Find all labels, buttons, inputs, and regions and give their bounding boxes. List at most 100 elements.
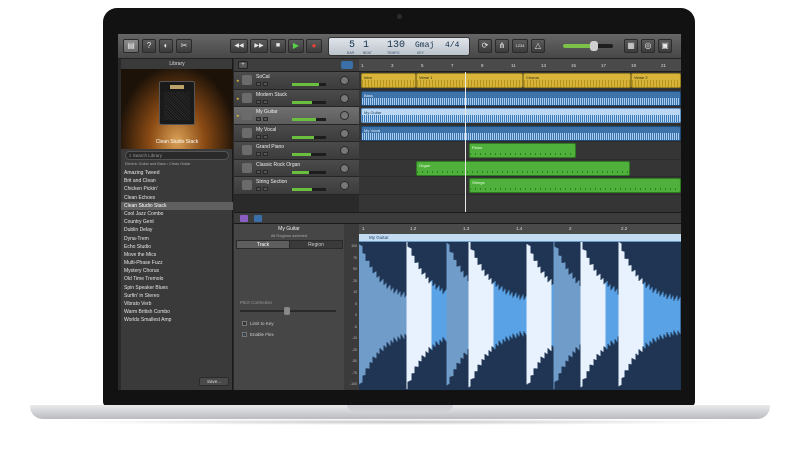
region-my-vocal[interactable]: My Vocal	[361, 125, 681, 141]
track-header[interactable]: ★ SoCal	[234, 72, 359, 90]
solo-button[interactable]	[263, 117, 268, 121]
library-button[interactable]: ▤	[123, 39, 139, 53]
pan-knob[interactable]	[340, 76, 349, 85]
mute-button[interactable]	[256, 99, 261, 104]
editor-region-header[interactable]: My Guitar	[359, 234, 681, 242]
breadcrumb-item[interactable]: Clean Guitar	[169, 162, 190, 166]
track-volume-slider[interactable]	[292, 135, 326, 139]
editors-button[interactable]: ✂	[176, 39, 192, 53]
mute-button[interactable]	[256, 169, 261, 174]
patch-list-item[interactable]: Brit and Clean	[121, 177, 233, 185]
loops-button[interactable]: ◎	[641, 39, 655, 53]
solo-button[interactable]	[263, 169, 268, 174]
track-volume-slider[interactable]	[292, 100, 326, 104]
lcd-display[interactable]: 5 1 130 Gmaj 4/4 BAR BEAT TEMPO KEY	[328, 37, 470, 56]
patch-list-item[interactable]: Amazing Tweed	[121, 169, 233, 177]
mute-button[interactable]	[256, 152, 261, 156]
pitch-correction-knob[interactable]	[284, 307, 290, 315]
timeline-ruler[interactable]: 1 3 5 7 9 11 13 15 17 19 21	[359, 59, 681, 72]
mute-button[interactable]	[256, 187, 261, 191]
mute-button[interactable]	[256, 82, 261, 86]
region-strings[interactable]: Strings	[469, 178, 681, 193]
patch-list-item[interactable]: Multi-Phase Fuzz	[121, 259, 233, 267]
library-search-input[interactable]: ⌕ Search Library	[125, 151, 229, 160]
forward-button[interactable]: ▶▶	[250, 39, 268, 53]
region-my-guitar[interactable]: My Guitar	[361, 108, 681, 123]
pan-knob[interactable]	[340, 146, 349, 155]
star-icon[interactable]: ★	[236, 78, 240, 83]
pitch-correction-slider[interactable]	[240, 307, 336, 315]
track-header[interactable]: Grand Piano	[234, 142, 359, 160]
stop-button[interactable]: ■	[270, 39, 286, 53]
patch-list-item[interactable]: Clean Studio Stack	[121, 201, 233, 210]
patch-list-item[interactable]: Vibrato Verb	[121, 300, 233, 308]
cycle-button[interactable]: ⟳	[478, 39, 492, 53]
patch-list-item[interactable]: Surfin' in Stereo	[121, 292, 233, 300]
track-volume-slider[interactable]	[292, 153, 326, 156]
count-in-button[interactable]: 1234	[512, 39, 528, 53]
track-header[interactable]: ★ Modern Stack	[234, 89, 359, 107]
master-volume-slider[interactable]	[563, 41, 613, 51]
playhead[interactable]	[465, 72, 466, 212]
region-chorus[interactable]: Chorus	[523, 73, 631, 88]
patch-list-item[interactable]: Country Gent	[121, 218, 233, 226]
star-icon[interactable]: ★	[236, 113, 240, 118]
star-icon[interactable]: ★	[236, 96, 240, 101]
patch-list-item[interactable]: Worlds Smallest Amp	[121, 316, 233, 324]
region-editor-icon[interactable]	[240, 215, 248, 222]
audio-waveform[interactable]	[359, 242, 681, 390]
smart-controls-button[interactable]: ◐	[159, 39, 173, 53]
save-button[interactable]: Save...	[199, 377, 229, 386]
tab-track[interactable]: Track	[236, 240, 290, 249]
region-organ[interactable]: Organ	[416, 160, 630, 176]
patch-list-item[interactable]: Clean Echoes	[121, 194, 233, 202]
patch-list-item[interactable]: Dublin Delay	[121, 226, 233, 234]
media-button[interactable]: ▣	[658, 39, 672, 53]
region-verse-1[interactable]: Verse 1	[416, 73, 523, 88]
track-volume-slider[interactable]	[292, 170, 326, 174]
filter-icon[interactable]	[341, 61, 353, 69]
breadcrumb-item[interactable]: Electric Guitar and Bass	[125, 162, 166, 166]
pan-knob[interactable]	[340, 111, 349, 120]
add-track-button[interactable]: +	[238, 61, 248, 69]
pan-knob[interactable]	[340, 181, 349, 190]
notepad-button[interactable]: ▦	[624, 39, 638, 53]
rewind-button[interactable]: ◀◀	[230, 39, 248, 53]
solo-button[interactable]	[263, 152, 268, 156]
metronome-button[interactable]: △	[531, 39, 545, 53]
track-header[interactable]: Classic Rock Organ	[234, 159, 359, 177]
patch-list-item[interactable]: Dyna-Trem	[121, 235, 233, 243]
solo-button[interactable]	[263, 134, 268, 139]
limit-to-key-checkbox[interactable]	[242, 321, 247, 326]
solo-button[interactable]	[263, 187, 268, 191]
patch-list-item[interactable]: Mystery Chorus	[121, 267, 233, 275]
patch-list-item[interactable]: Spin Speaker Blues	[121, 284, 233, 292]
track-header[interactable]: ★ My Guitar	[234, 107, 359, 125]
patch-list-item[interactable]: Chicken Pickin'	[121, 185, 233, 193]
help-button[interactable]: ?	[142, 39, 156, 53]
mute-button[interactable]	[256, 134, 261, 139]
patch-list-item[interactable]: Move the Mics	[121, 251, 233, 259]
pan-knob[interactable]	[340, 128, 349, 138]
master-volume-knob[interactable]	[590, 41, 598, 51]
patch-list-item[interactable]: Cool Jazz Combo	[121, 210, 233, 218]
pan-knob[interactable]	[340, 93, 349, 103]
patch-list-item[interactable]: Echo Studio	[121, 243, 233, 251]
region-intro[interactable]: Intro	[361, 73, 416, 88]
enable-flex-checkbox[interactable]: ✓	[242, 332, 247, 337]
track-header[interactable]: My Vocal	[234, 124, 359, 142]
filter-icon[interactable]	[254, 215, 262, 222]
tab-region[interactable]: Region	[289, 240, 343, 249]
solo-button[interactable]	[263, 99, 268, 104]
pan-knob[interactable]	[340, 163, 349, 173]
record-button[interactable]: ●	[306, 39, 322, 53]
region-bass[interactable]: Bass	[361, 90, 681, 106]
track-volume-slider[interactable]	[292, 188, 326, 191]
track-volume-slider[interactable]	[292, 118, 326, 121]
mute-button[interactable]	[256, 117, 261, 121]
region-piano[interactable]: Piano	[469, 143, 576, 158]
region-verse-2[interactable]: Verse 2	[631, 73, 681, 88]
track-header[interactable]: String Section	[234, 177, 359, 195]
play-button[interactable]: ▶	[288, 39, 304, 53]
editor-ruler[interactable]: 1 1.2 1.3 1.4 2 2.2	[359, 224, 681, 234]
